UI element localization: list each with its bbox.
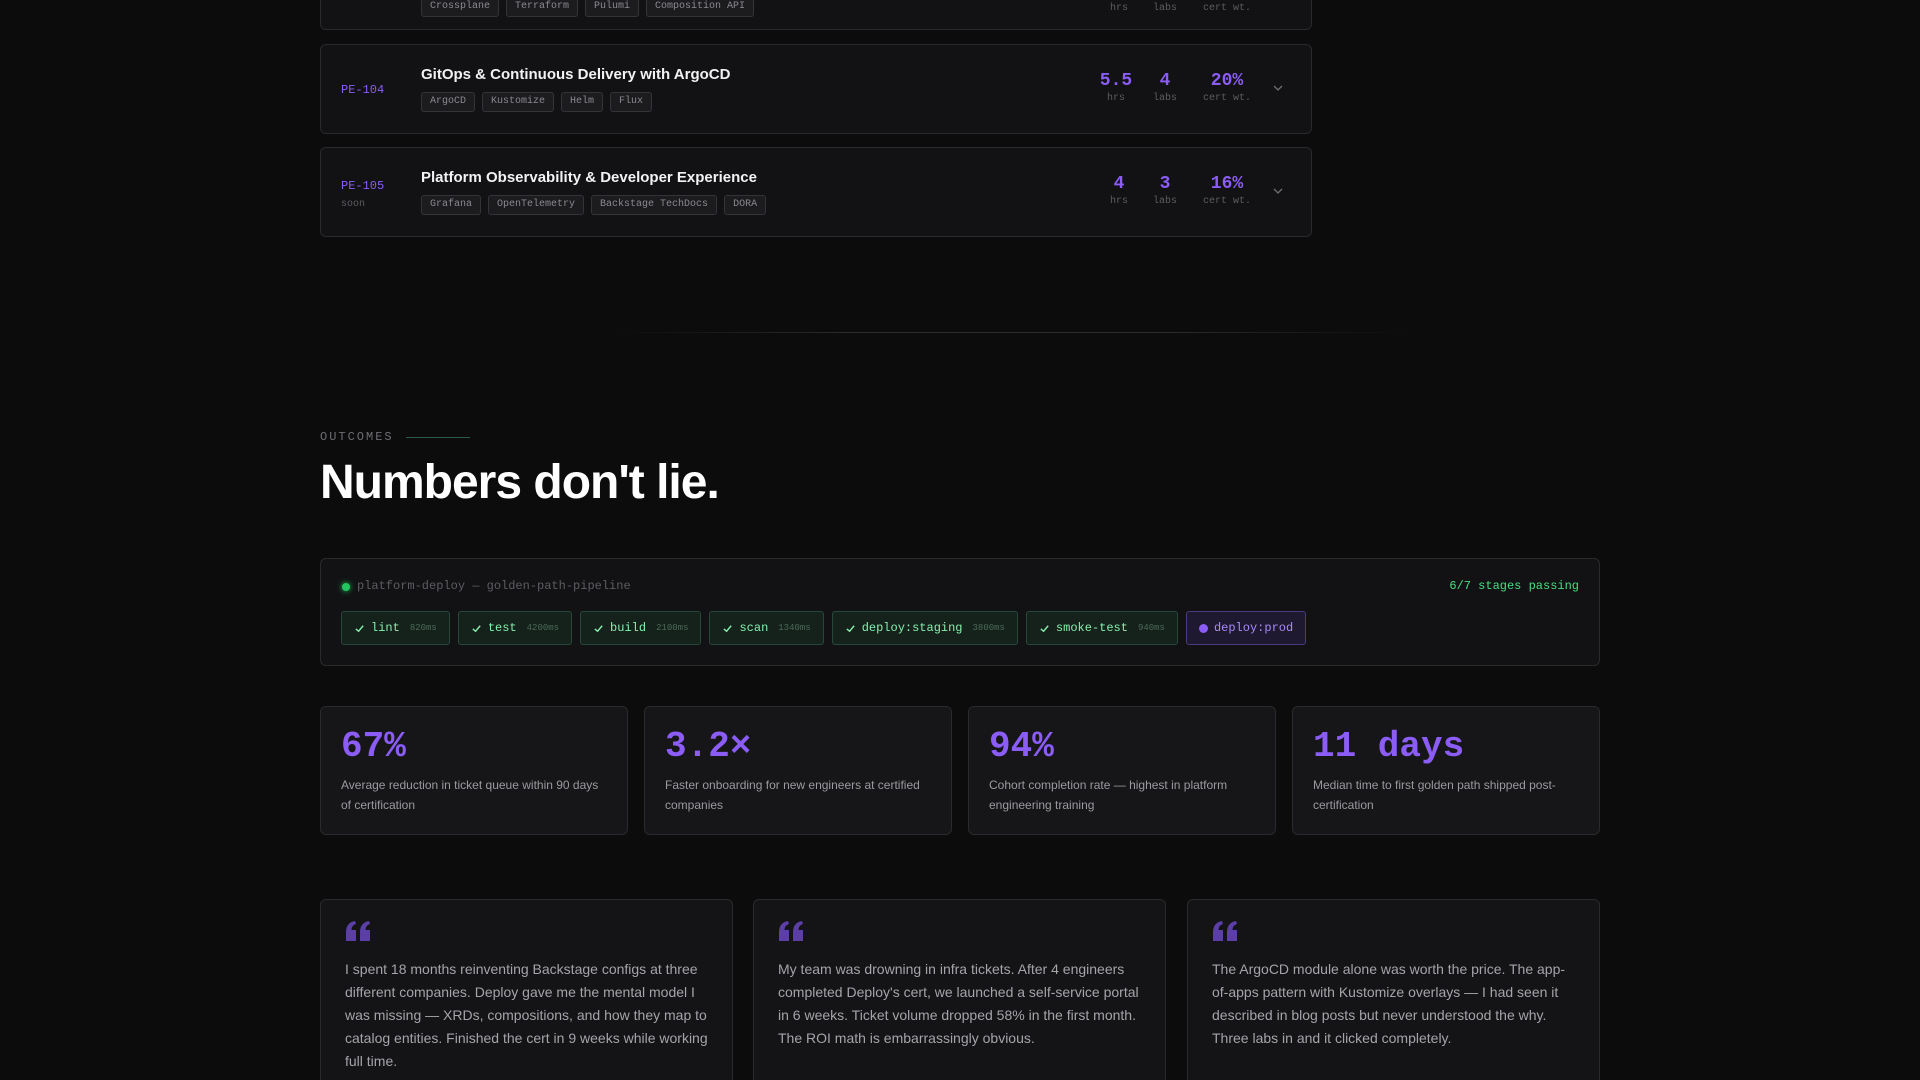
stat-hours: 4 bbox=[1113, 174, 1125, 194]
check-icon bbox=[472, 624, 481, 632]
pipeline-status: 6/7 stages passing bbox=[1449, 579, 1579, 593]
stat-labs: 3 bbox=[1159, 174, 1171, 194]
module-tag: Grafana bbox=[421, 195, 482, 215]
testimonial-card: The ArgoCD module alone was worth the pr… bbox=[1187, 899, 1600, 1080]
module-title: Platform Observability & Developer Exper… bbox=[421, 169, 757, 186]
stage-duration: 4200ms bbox=[526, 623, 560, 633]
stat-label: cert wt. bbox=[1202, 3, 1251, 14]
metric-description: Faster onboarding for new engineers at c… bbox=[665, 778, 920, 812]
module-tag: Terraform bbox=[506, 0, 579, 17]
pipeline-status-dot bbox=[342, 583, 350, 591]
module-status: soon bbox=[341, 199, 366, 210]
testimonial-text: I spent 18 months reinventing Backstage … bbox=[345, 961, 708, 1069]
metric-card: 94% Cohort completion rate — highest in … bbox=[968, 706, 1276, 835]
stat-label: hrs bbox=[1109, 3, 1128, 14]
stat-label: hrs bbox=[1106, 93, 1125, 104]
pipeline-stage-build[interactable]: build 2100ms bbox=[580, 611, 702, 645]
stage-duration: 820ms bbox=[409, 623, 437, 633]
stage-name: smoke-test bbox=[1055, 621, 1128, 635]
module-card[interactable]: Crossplane Terraform Pulumi Composition … bbox=[320, 0, 1312, 30]
pipeline-panel: platform-deploy — golden-path-pipeline 6… bbox=[320, 558, 1600, 666]
running-dot-icon bbox=[1198, 623, 1208, 633]
pipeline-stage-lint[interactable]: lint 820ms bbox=[341, 611, 450, 645]
metric-card: 3.2× Faster onboarding for new engineers… bbox=[644, 706, 952, 835]
pipeline-stage-scan[interactable]: scan 1340ms bbox=[709, 611, 824, 645]
stat-cert-weight: 20% bbox=[1210, 71, 1244, 91]
metric-description: Cohort completion rate — highest in plat… bbox=[989, 778, 1228, 812]
stat-cert-weight: 16% bbox=[1210, 174, 1244, 194]
quote-icon bbox=[1213, 921, 1237, 941]
section-eyebrow: OUTCOMES bbox=[320, 430, 470, 444]
stage-name: deploy:prod bbox=[1213, 621, 1294, 635]
pipeline-stage-smoke-test[interactable]: smoke-test 940ms bbox=[1025, 611, 1178, 645]
stage-duration: 1340ms bbox=[778, 623, 811, 633]
section-headline: Numbers don't lie. bbox=[320, 456, 720, 509]
module-tag: Composition API bbox=[646, 0, 755, 17]
module-tag: Crossplane bbox=[421, 0, 500, 17]
module-tag: ArgoCD bbox=[421, 92, 476, 112]
module-tag: Pulumi bbox=[585, 0, 640, 17]
check-icon bbox=[594, 624, 603, 632]
pipeline-stage-deploy-prod[interactable]: deploy:prod bbox=[1185, 611, 1307, 645]
metric-value: 67% bbox=[341, 726, 406, 767]
stat-label: cert wt. bbox=[1202, 196, 1251, 207]
module-code: PE-105 bbox=[341, 179, 385, 193]
testimonial-card: I spent 18 months reinventing Backstage … bbox=[320, 899, 733, 1080]
stage-duration: 2100ms bbox=[656, 623, 689, 633]
module-tag: Flux bbox=[610, 92, 653, 112]
chevron-down-icon[interactable] bbox=[1273, 186, 1283, 196]
stage-name: lint bbox=[371, 621, 400, 635]
metric-value: 94% bbox=[989, 726, 1054, 767]
eyebrow-line bbox=[405, 436, 470, 438]
module-tag: Kustomize bbox=[482, 92, 555, 112]
stat-label: labs bbox=[1152, 3, 1177, 14]
check-icon bbox=[1040, 624, 1049, 632]
metric-value: 11 days bbox=[1313, 726, 1465, 767]
stat-label: cert wt. bbox=[1202, 93, 1251, 104]
metric-card: 11 days Median time to first golden path… bbox=[1292, 706, 1600, 835]
stage-name: scan bbox=[739, 621, 769, 635]
stat-hours: 5.5 bbox=[1099, 71, 1133, 91]
pipeline-title: platform-deploy — golden-path-pipeline bbox=[357, 579, 631, 593]
module-code: PE-104 bbox=[341, 83, 385, 97]
module-card[interactable]: PE-104 GitOps & Continuous Delivery with… bbox=[320, 44, 1312, 134]
module-card[interactable]: PE-105 soon Platform Observability & Dev… bbox=[320, 147, 1312, 237]
module-tag: Backstage TechDocs bbox=[591, 195, 718, 215]
testimonial-text: My team was drowning in infra tickets. A… bbox=[778, 961, 1139, 1046]
module-tag: DORA bbox=[724, 195, 767, 215]
metric-description: Average reduction in ticket queue within… bbox=[341, 778, 599, 812]
metric-card: 67% Average reduction in ticket queue wi… bbox=[320, 706, 628, 835]
pipeline-stage-deploy-staging[interactable]: deploy:staging 3800ms bbox=[831, 611, 1018, 645]
check-icon bbox=[355, 624, 364, 632]
pipeline-stage-test[interactable]: test 4200ms bbox=[457, 611, 573, 645]
module-tag: OpenTelemetry bbox=[488, 195, 585, 215]
pipeline-stages: lint 820ms test 4200ms build 2100ms scan… bbox=[341, 611, 1307, 645]
eyebrow-label: OUTCOMES bbox=[320, 430, 394, 444]
stat-label: labs bbox=[1152, 196, 1177, 207]
module-title: GitOps & Continuous Delivery with ArgoCD bbox=[421, 66, 731, 83]
stat-label: hrs bbox=[1109, 196, 1128, 207]
stage-duration: 3800ms bbox=[972, 623, 1005, 633]
check-icon bbox=[846, 624, 855, 632]
stat-labs: 4 bbox=[1159, 71, 1171, 91]
stage-name: build bbox=[610, 621, 647, 635]
metric-description: Median time to first golden path shipped… bbox=[1313, 778, 1556, 812]
section-divider bbox=[610, 332, 1410, 333]
chevron-down-icon[interactable] bbox=[1273, 83, 1283, 93]
check-icon bbox=[723, 624, 733, 632]
quote-icon bbox=[779, 921, 803, 941]
stage-name: test bbox=[487, 621, 517, 635]
testimonial-text: The ArgoCD module alone was worth the pr… bbox=[1212, 961, 1566, 1046]
metric-value: 3.2× bbox=[665, 726, 752, 767]
stage-name: deploy:staging bbox=[861, 621, 963, 635]
quote-icon bbox=[346, 921, 370, 941]
testimonial-card: My team was drowning in infra tickets. A… bbox=[753, 899, 1166, 1080]
stat-label: labs bbox=[1152, 93, 1177, 104]
module-tag: Helm bbox=[561, 92, 604, 112]
stage-duration: 940ms bbox=[1137, 623, 1165, 633]
